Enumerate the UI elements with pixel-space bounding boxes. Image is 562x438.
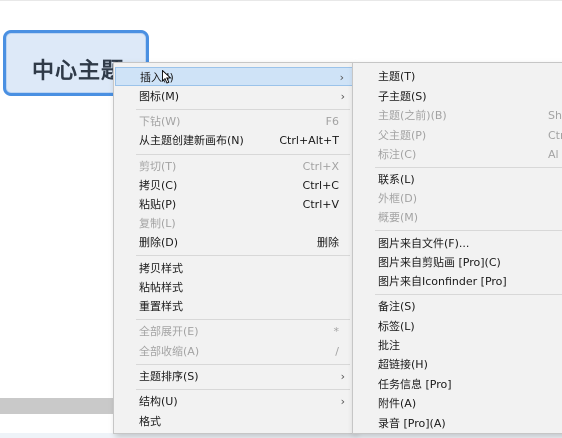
submenu-item-notes[interactable]: 备注(S) xyxy=(354,297,562,316)
horizontal-scrollbar[interactable] xyxy=(0,398,130,414)
menu-separator xyxy=(136,154,350,155)
submenu-arrow-icon: › xyxy=(340,395,345,408)
submenu-item-audio-note[interactable]: 录音 [Pro](A) xyxy=(354,414,562,433)
menu-item-format[interactable]: 格式 xyxy=(115,412,353,431)
context-menu: 插入(I) › 图标(M) › 下钻(W) F6 从主题创建新画布(N) Ctr… xyxy=(113,62,355,434)
menu-separator xyxy=(136,364,350,365)
menu-separator xyxy=(136,319,350,320)
submenu-item-boundary[interactable]: 外框(D) xyxy=(354,189,562,208)
menu-item-expand-all[interactable]: 全部展开(E) * xyxy=(115,322,353,341)
submenu-item-relationship[interactable]: 联系(L) xyxy=(354,170,562,189)
insert-submenu: 主题(T) 子主题(S) 主题(之前)(B) Shif 父主题(P) Ctr 标… xyxy=(352,62,562,434)
submenu-item-task-info[interactable]: 任务信息 [Pro] xyxy=(354,375,562,394)
menu-item-sort-topics[interactable]: 主题排序(S) › xyxy=(115,367,353,386)
menu-item-icon[interactable]: 图标(M) › xyxy=(115,87,353,106)
menu-separator xyxy=(136,109,350,110)
menu-item-new-sheet-from-topic[interactable]: 从主题创建新画布(N) Ctrl+Alt+T xyxy=(115,131,353,150)
submenu-item-topic-before[interactable]: 主题(之前)(B) Shif xyxy=(354,106,562,125)
menu-item-drill-down[interactable]: 下钻(W) F6 xyxy=(115,112,353,131)
menu-item-duplicate[interactable]: 复制(L) xyxy=(115,214,353,233)
menu-item-copy-style[interactable]: 拷贝样式 xyxy=(115,259,353,278)
menu-separator xyxy=(375,230,562,231)
submenu-item-hyperlink[interactable]: 超链接(H) xyxy=(354,355,562,374)
menu-item-reset-style[interactable]: 重置样式 xyxy=(115,297,353,316)
menu-item-paste[interactable]: 粘贴(P) Ctrl+V xyxy=(115,195,353,214)
submenu-item-summary[interactable]: 概要(M) xyxy=(354,208,562,227)
submenu-item-image-from-file[interactable]: 图片来自文件(F)... xyxy=(354,234,562,253)
menu-item-paste-style[interactable]: 粘帖样式 xyxy=(115,278,353,297)
submenu-item-attachment[interactable]: 附件(A) xyxy=(354,394,562,413)
submenu-item-comments[interactable]: 批注 xyxy=(354,336,562,355)
submenu-arrow-icon: › xyxy=(340,90,345,103)
menu-separator xyxy=(136,389,350,390)
submenu-item-labels[interactable]: 标签(L) xyxy=(354,317,562,336)
submenu-arrow-icon: › xyxy=(340,370,345,383)
submenu-arrow-icon: › xyxy=(339,71,344,84)
menu-item-delete[interactable]: 删除(D) 删除 xyxy=(115,233,353,252)
canvas-top-edge xyxy=(0,0,562,1)
menu-item-copy[interactable]: 拷贝(C) Ctrl+C xyxy=(115,176,353,195)
mouse-cursor-icon xyxy=(162,70,172,84)
menu-separator xyxy=(375,167,562,168)
central-topic-label: 中心主题 xyxy=(32,59,125,84)
submenu-item-parent-topic[interactable]: 父主题(P) Ctr xyxy=(354,126,562,145)
menu-item-cut[interactable]: 剪切(T) Ctrl+X xyxy=(115,157,353,176)
submenu-item-callout[interactable]: 标注(C) Al xyxy=(354,145,562,164)
menu-separator xyxy=(136,255,350,256)
menu-item-insert[interactable]: 插入(I) › xyxy=(115,67,353,86)
submenu-item-topic[interactable]: 主题(T) xyxy=(354,67,562,86)
submenu-item-image-from-clipart[interactable]: 图片来自剪贴画 [Pro](C) xyxy=(354,253,562,272)
submenu-item-subtopic[interactable]: 子主题(S) xyxy=(354,87,562,106)
menu-item-structure[interactable]: 结构(U) › xyxy=(115,392,353,411)
submenu-item-image-from-iconfinder[interactable]: 图片来自Iconfinder [Pro] xyxy=(354,272,562,291)
menu-separator xyxy=(375,294,562,295)
menu-item-collapse-all[interactable]: 全部收缩(A) / xyxy=(115,342,353,361)
